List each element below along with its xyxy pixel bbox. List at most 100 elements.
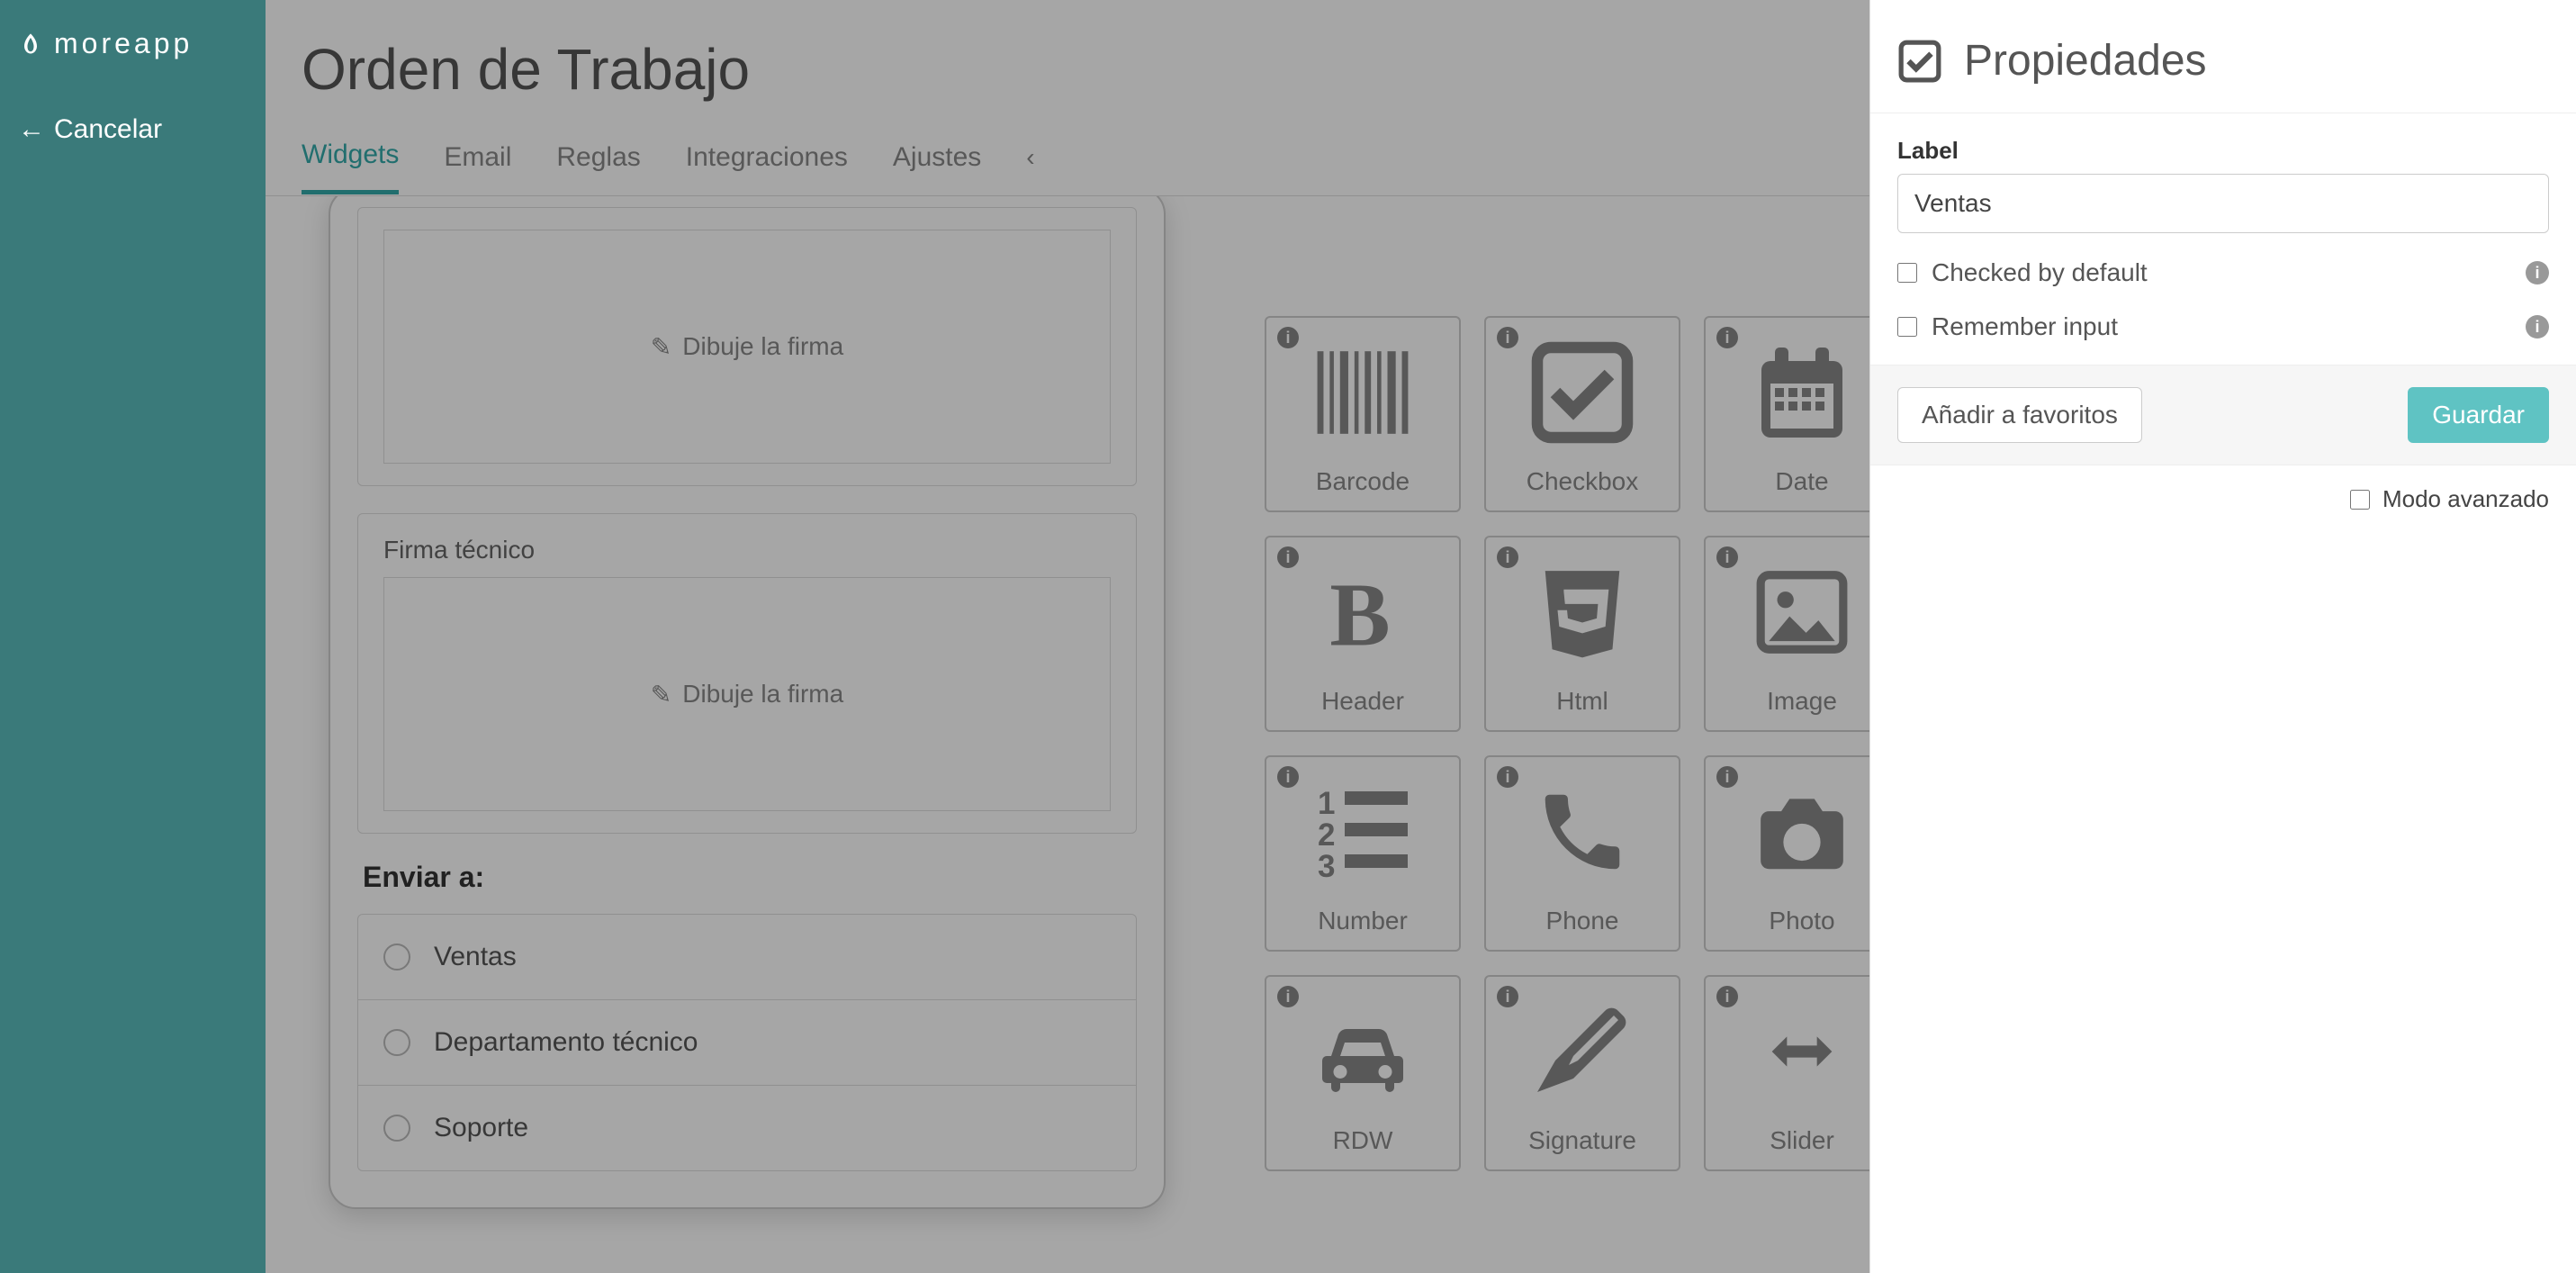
widget-signature[interactable]: i Signature	[1484, 975, 1680, 1171]
rdw-icon	[1300, 977, 1426, 1126]
panel-head: Propiedades	[1870, 0, 2576, 113]
widget-checkbox[interactable]: i Checkbox	[1484, 316, 1680, 512]
radio-label: Ventas	[434, 942, 517, 972]
checked-default-label: Checked by default	[1932, 258, 2148, 287]
edit-icon: ✎	[651, 332, 671, 362]
image-icon	[1743, 537, 1860, 687]
barcode-icon	[1304, 318, 1421, 467]
widget-label: Header	[1321, 687, 1404, 716]
checkbox-checked-icon	[1897, 39, 1942, 84]
panel-actions: Añadir a favoritos Guardar	[1870, 365, 2576, 465]
widget-label: Html	[1556, 687, 1608, 716]
properties-panel: Propiedades Label Checked by default i R…	[1869, 0, 2576, 1273]
widget-label: RDW	[1333, 1126, 1393, 1155]
leaf-icon	[18, 32, 43, 57]
widget-label: Signature	[1528, 1126, 1636, 1155]
svg-text:2: 2	[1318, 817, 1335, 853]
header-icon: B	[1313, 537, 1412, 687]
brand-text: moreapp	[54, 27, 193, 60]
cancel-link[interactable]: ← Cancelar	[0, 87, 266, 163]
panel-body: Label Checked by default i Remember inpu…	[1870, 113, 2576, 365]
signature-card-2: Firma técnico ✎ Dibuje la firma	[357, 513, 1137, 834]
tab-integraciones[interactable]: Integraciones	[686, 142, 848, 193]
tab-reglas[interactable]: Reglas	[556, 142, 640, 193]
checkbox-icon	[1528, 318, 1636, 467]
label-field-label: Label	[1897, 137, 2549, 165]
widget-rdw[interactable]: i RDW	[1265, 975, 1461, 1171]
widget-label: Photo	[1769, 907, 1834, 935]
svg-text:B: B	[1329, 564, 1390, 665]
html-icon	[1533, 537, 1632, 687]
widget-label: Slider	[1770, 1126, 1834, 1155]
info-icon[interactable]: i	[1497, 327, 1518, 348]
advanced-mode-checkbox[interactable]	[2350, 490, 2370, 510]
widget-barcode[interactable]: i Barcode	[1265, 316, 1461, 512]
radio-label: Departamento técnico	[434, 1027, 698, 1058]
send-to-heading: Enviar a:	[363, 861, 1131, 894]
label-input[interactable]	[1897, 174, 2549, 233]
widget-label: Image	[1767, 687, 1837, 716]
widget-label: Number	[1318, 907, 1408, 935]
svg-text:3: 3	[1318, 849, 1335, 884]
tab-ajustes[interactable]: Ajustes	[893, 142, 981, 193]
phone-frame: ✎ Dibuje la firma Firma técnico ✎ Dibuje…	[329, 196, 1166, 1209]
add-favorites-button[interactable]: Añadir a favoritos	[1897, 387, 2142, 443]
radio-soporte[interactable]: Soporte	[357, 1086, 1137, 1171]
date-icon	[1748, 318, 1856, 467]
brand-logo: moreapp	[0, 0, 266, 87]
widget-label: Date	[1775, 467, 1828, 496]
panel-title: Propiedades	[1964, 36, 2207, 86]
checked-default-row: Checked by default i	[1897, 258, 2549, 287]
photo-icon	[1743, 757, 1860, 907]
signature-placeholder-2: Dibuje la firma	[682, 680, 843, 709]
signature-area-2[interactable]: ✎ Dibuje la firma	[383, 577, 1111, 811]
info-icon[interactable]: i	[1497, 766, 1518, 788]
info-icon[interactable]: i	[1497, 986, 1518, 1007]
advanced-label: Modo avanzado	[2382, 485, 2549, 513]
arrow-left-icon: ←	[18, 114, 45, 145]
remember-checkbox[interactable]	[1897, 317, 1917, 337]
form-preview-pane: ✎ Dibuje la firma Firma técnico ✎ Dibuje…	[266, 196, 1229, 1273]
help-icon[interactable]: i	[2526, 261, 2549, 284]
signature-area-1[interactable]: ✎ Dibuje la firma	[383, 230, 1111, 464]
sidebar: moreapp ← Cancelar	[0, 0, 266, 1273]
radio-label: Soporte	[434, 1113, 528, 1143]
info-icon[interactable]: i	[1716, 327, 1738, 348]
widget-label: Phone	[1546, 907, 1619, 935]
info-icon[interactable]: i	[1277, 546, 1299, 568]
widget-label: Barcode	[1316, 467, 1410, 496]
checked-default-checkbox[interactable]	[1897, 263, 1917, 283]
info-icon[interactable]: i	[1277, 986, 1299, 1007]
advanced-row: Modo avanzado	[1870, 465, 2576, 533]
info-icon[interactable]: i	[1716, 986, 1738, 1007]
info-icon[interactable]: i	[1277, 766, 1299, 788]
tab-collapse-icon[interactable]: ‹	[1026, 143, 1034, 192]
signature-icon	[1528, 977, 1636, 1126]
signature-placeholder-1: Dibuje la firma	[682, 332, 843, 361]
remember-row: Remember input i	[1897, 312, 2549, 341]
svg-text:1: 1	[1318, 786, 1335, 821]
tab-widgets[interactable]: Widgets	[302, 140, 399, 194]
save-button[interactable]: Guardar	[2408, 387, 2549, 443]
widget-phone[interactable]: i Phone	[1484, 755, 1680, 952]
widget-html[interactable]: i Html	[1484, 536, 1680, 732]
info-icon[interactable]: i	[1716, 546, 1738, 568]
radio-departamento[interactable]: Departamento técnico	[357, 1000, 1137, 1086]
number-icon: 123	[1304, 757, 1421, 907]
radio-ventas[interactable]: Ventas	[357, 914, 1137, 1000]
phone-icon	[1533, 757, 1632, 907]
cancel-label: Cancelar	[54, 114, 162, 145]
slider-icon	[1739, 977, 1865, 1126]
radio-icon	[383, 1115, 410, 1142]
info-icon[interactable]: i	[1497, 546, 1518, 568]
tab-email[interactable]: Email	[444, 142, 511, 193]
widget-number[interactable]: i123Number	[1265, 755, 1461, 952]
info-icon[interactable]: i	[1716, 766, 1738, 788]
edit-icon: ✎	[651, 680, 671, 709]
info-icon[interactable]: i	[1277, 327, 1299, 348]
widget-label: Checkbox	[1527, 467, 1639, 496]
signature-card-1: ✎ Dibuje la firma	[357, 207, 1137, 486]
widget-header[interactable]: i B Header	[1265, 536, 1461, 732]
signature-label-2: Firma técnico	[383, 536, 1111, 564]
help-icon[interactable]: i	[2526, 315, 2549, 339]
